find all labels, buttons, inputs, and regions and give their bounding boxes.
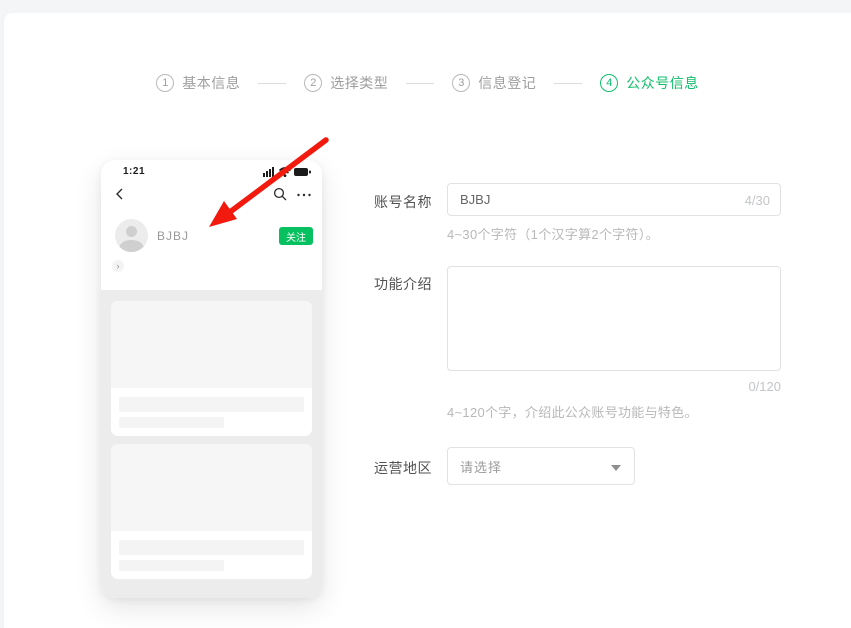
search-icon[interactable] [273, 187, 287, 201]
step-label: 公众号信息 [626, 73, 699, 93]
feed-subtitle-placeholder [119, 417, 224, 428]
function-intro-counter: 0/120 [447, 379, 781, 394]
step-divider [406, 83, 434, 84]
more-icon[interactable] [296, 187, 312, 201]
step-number-badge: 4 [600, 74, 618, 92]
account-name-input[interactable] [448, 184, 780, 215]
chevron-down-icon [611, 465, 621, 471]
person-icon [115, 219, 148, 252]
account-avatar [115, 219, 148, 252]
feed-title-placeholder [119, 397, 304, 412]
back-icon[interactable] [112, 186, 128, 202]
feed-card-placeholder [111, 444, 312, 579]
signal-icon [263, 167, 276, 177]
step-choose-type: 2 选择类型 [304, 73, 388, 93]
account-name-label: 账号名称 [374, 192, 432, 212]
wizard-stepper: 1 基本信息 2 选择类型 3 信息登记 4 公众号信息 [4, 68, 851, 98]
account-name-hint: 4~30个字符（1个汉字算2个字符）。 [447, 224, 659, 243]
registration-page: 1 基本信息 2 选择类型 3 信息登记 4 公众号信息 1:21 [0, 0, 851, 628]
function-intro-hint: 4~120个字，介绍此公众账号功能与特色。 [447, 402, 698, 421]
feed-placeholder-area [101, 290, 322, 598]
account-name-field-wrap: 4/30 [447, 183, 781, 216]
status-icons [263, 167, 311, 177]
wifi-icon [279, 167, 291, 177]
feed-image-placeholder [111, 444, 312, 531]
nav-actions [273, 187, 312, 201]
step-basic-info: 1 基本信息 [156, 73, 240, 93]
feed-subtitle-placeholder [119, 560, 224, 571]
chevron-right-icon[interactable]: › [112, 260, 124, 272]
step-number-badge: 1 [156, 74, 174, 92]
step-label: 信息登记 [478, 73, 536, 93]
step-number-badge: 2 [304, 74, 322, 92]
feed-title-placeholder [119, 540, 304, 555]
step-official-account-info: 4 公众号信息 [600, 73, 699, 93]
feed-card-placeholder [111, 301, 312, 436]
battery-icon [294, 167, 311, 177]
operating-region-label: 运营地区 [374, 458, 432, 478]
function-intro-textarea[interactable] [448, 267, 780, 370]
step-divider [258, 83, 286, 84]
function-intro-label: 功能介绍 [374, 274, 432, 294]
feed-image-placeholder [111, 301, 312, 388]
account-name-counter: 4/30 [745, 193, 770, 208]
step-number-badge: 3 [452, 74, 470, 92]
step-label: 选择类型 [330, 73, 388, 93]
status-time: 1:21 [123, 166, 145, 177]
content-card: 1 基本信息 2 选择类型 3 信息登记 4 公众号信息 1:21 [4, 13, 851, 628]
follow-button[interactable]: 关注 [279, 227, 313, 245]
phone-preview: 1:21 [101, 160, 322, 598]
step-label: 基本信息 [182, 73, 240, 93]
account-name-preview: BJBJ [157, 229, 189, 243]
operating-region-placeholder: 请选择 [460, 457, 502, 476]
operating-region-select[interactable]: 请选择 [447, 447, 635, 485]
step-divider [554, 83, 582, 84]
function-intro-field-wrap [447, 266, 781, 371]
step-info-registration: 3 信息登记 [452, 73, 536, 93]
